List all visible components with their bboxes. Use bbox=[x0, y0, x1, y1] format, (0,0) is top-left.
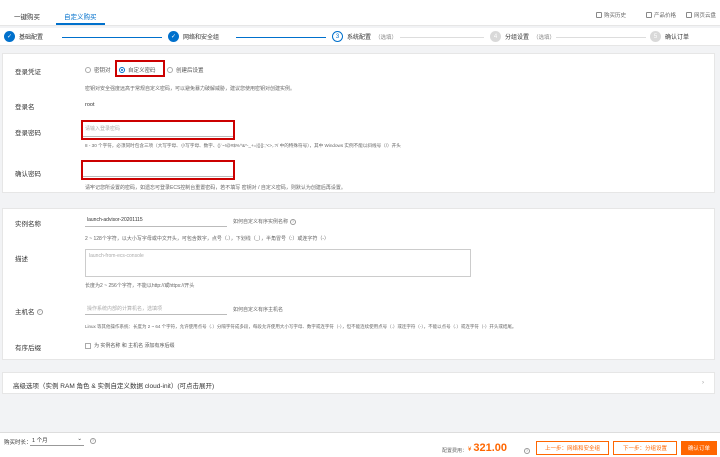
step-connector bbox=[556, 37, 646, 38]
confirm-password-label: 确认密码 bbox=[15, 171, 41, 178]
next-step-button[interactable]: 下一步：分组设置 bbox=[613, 441, 677, 455]
login-name-label: 登录名 bbox=[15, 104, 35, 111]
step-network-security[interactable]: ✓ 网络和安全组 bbox=[168, 31, 219, 42]
price-label: 配置费用： bbox=[442, 448, 468, 454]
credential-hint: 密钥对安全强度远高于常规自定义密码，可以避免暴力破解威胁，建议您使用密钥对创建实… bbox=[85, 86, 296, 92]
chevron-right-icon: › bbox=[702, 380, 704, 386]
price-icon bbox=[646, 12, 652, 18]
highlight-box bbox=[115, 60, 165, 77]
footer-bar: 购买时长： 1 个月 ⌄ ? 配置费用： ¥321.00 ? 上一步：网络和安全… bbox=[0, 432, 720, 457]
login-credential-card: 登录凭证 密钥对 自定义密码 创建后设置 密钥对安全强度远高于常规自定义密码，可… bbox=[2, 53, 715, 193]
radio-keypair[interactable]: 密钥对 bbox=[85, 66, 111, 74]
step-group-settings[interactable]: 4 分组设置 （选填） bbox=[490, 31, 555, 42]
step-connector bbox=[236, 37, 326, 38]
password-hint: 8 - 30 个字符，必须同时包含三项（大写字母、小写字母、数字、()`~!@#… bbox=[85, 143, 401, 148]
check-icon: ✓ bbox=[4, 31, 15, 42]
description-textarea[interactable]: launch-from-ecs-console bbox=[85, 249, 471, 277]
tab-quick-buy[interactable]: 一键购买 bbox=[14, 11, 40, 21]
hostname-help-link[interactable]: 如何自定义有序主机名 bbox=[233, 306, 283, 313]
cloud-icon bbox=[686, 12, 692, 18]
step-connector bbox=[62, 37, 162, 38]
check-icon: ✓ bbox=[168, 31, 179, 42]
active-tab-indicator bbox=[56, 23, 105, 25]
confirm-order-button[interactable]: 确认订单 bbox=[681, 441, 717, 455]
radio-dot bbox=[167, 67, 173, 73]
top-bar: 一键购买 自定义购买 购买历史 产品价格 网页云盘 bbox=[0, 0, 720, 26]
instance-name-hint: 2 ~ 128个字符，以大小写字母或中文开头，可包含数字，点号（.），下划线（_… bbox=[85, 236, 330, 242]
advanced-options-label: 高级选项（实例 RAM 角色 & 实例自定义数据 cloud-init）(可点击… bbox=[13, 383, 215, 390]
ordered-suffix-label: 有序后缀 bbox=[15, 345, 41, 352]
purchase-history-link[interactable]: 购买历史 bbox=[596, 11, 626, 19]
help-icon[interactable]: ? bbox=[524, 448, 530, 454]
product-price-link[interactable]: 产品价格 bbox=[646, 11, 676, 19]
ordered-suffix-checkbox[interactable]: 为 实例名称 和 主机名 添加有序后缀 bbox=[85, 342, 175, 349]
confirm-password-hint: 请牢记您所设置的密码，如遗忘可登录ECS控制台重置密码，若不填写 密钥对 / 自… bbox=[85, 185, 346, 191]
duration-select[interactable]: 1 个月 ⌄ bbox=[30, 436, 84, 446]
step-confirm-order[interactable]: 5 确认订单 bbox=[650, 31, 689, 42]
step-number: 4 bbox=[490, 31, 501, 42]
instance-info-card: 实例名称 launch-advisor-20201115 如何自定义有序实例名称… bbox=[2, 208, 715, 360]
duration-label: 购买时长： bbox=[4, 440, 32, 446]
step-system-config[interactable]: 3 系统配置 （选填） bbox=[332, 31, 397, 42]
radio-dot bbox=[85, 67, 91, 73]
instance-name-input[interactable]: launch-advisor-20201115 bbox=[85, 214, 227, 227]
tab-custom-buy[interactable]: 自定义购买 bbox=[64, 11, 97, 21]
step-number: 5 bbox=[650, 31, 661, 42]
help-icon[interactable]: ? bbox=[36, 309, 43, 316]
login-credential-label: 登录凭证 bbox=[15, 69, 41, 76]
help-icon[interactable]: ? bbox=[90, 438, 96, 444]
hostname-label: 主机名? bbox=[15, 309, 43, 316]
price-value: ¥321.00 bbox=[468, 442, 507, 454]
instance-name-help-link[interactable]: 如何自定义有序实例名称? bbox=[233, 218, 297, 225]
hostname-input[interactable]: 操作系统内部的计算机名，选填项 bbox=[85, 302, 227, 315]
login-name-value: root bbox=[85, 102, 95, 108]
step-basic-config[interactable]: ✓ 基础配置 bbox=[4, 31, 43, 42]
highlight-box bbox=[81, 120, 235, 140]
radio-set-later[interactable]: 创建后设置 bbox=[167, 66, 204, 74]
cloud-disk-link[interactable]: 网页云盘 bbox=[686, 11, 716, 19]
prev-step-button[interactable]: 上一步：网络和安全组 bbox=[536, 441, 609, 455]
description-hint: 长度为2 ~ 256个字符，不能以http://或https://开头 bbox=[85, 283, 195, 289]
checkbox-box bbox=[85, 342, 91, 349]
advanced-options-toggle[interactable]: 高级选项（实例 RAM 角色 & 实例自定义数据 cloud-init）(可点击… bbox=[2, 372, 715, 394]
hostname-hint: Linux 等其他操作系统：长度为 2 ~ 64 个字符，允许使用点号（.）分隔… bbox=[85, 324, 517, 329]
highlight-box bbox=[81, 160, 235, 180]
step-progress: ✓ 基础配置 ✓ 网络和安全组 3 系统配置 （选填） 4 分组设置 （选填） … bbox=[0, 28, 720, 46]
chevron-down-icon: ⌄ bbox=[77, 436, 82, 442]
step-number: 3 bbox=[332, 31, 343, 42]
help-icon: ? bbox=[290, 218, 297, 225]
clock-icon bbox=[596, 12, 602, 18]
description-label: 描述 bbox=[15, 256, 28, 263]
instance-name-label: 实例名称 bbox=[15, 221, 41, 228]
step-connector bbox=[400, 37, 484, 38]
password-label: 登录密码 bbox=[15, 130, 41, 137]
